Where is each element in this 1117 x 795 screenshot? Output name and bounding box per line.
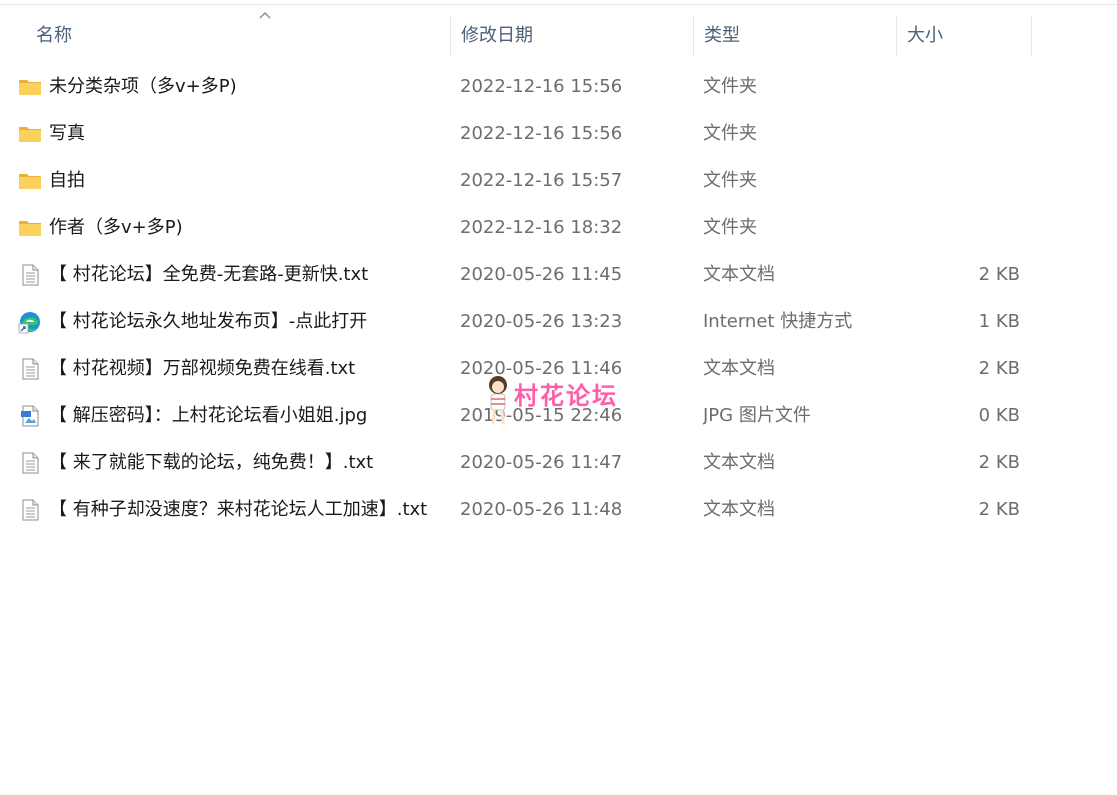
file-date: 2022-12-16 15:56 bbox=[460, 123, 623, 144]
file-row-text-document[interactable]: 【 村花论坛】全免费-无套路-更新快.txt 2020-05-26 11:45 … bbox=[0, 251, 1117, 298]
file-name-cell: 写真 bbox=[18, 110, 448, 157]
column-header-bar: 名称 修改日期 类型 大小 bbox=[0, 12, 1117, 58]
cartoon-girl-icon bbox=[489, 376, 507, 425]
file-row-folder[interactable]: 未分类杂项（多v+多P) 2022-12-16 15:56 文件夹 bbox=[0, 63, 1117, 110]
file-name: 自拍 bbox=[49, 170, 85, 191]
folder-icon bbox=[19, 127, 41, 142]
top-border bbox=[0, 0, 1117, 5]
file-type: 文件夹 bbox=[703, 170, 757, 191]
column-header-type[interactable]: 类型 bbox=[694, 14, 897, 58]
file-name-cell: 【 来了就能下载的论坛，纯免费！】.txt bbox=[18, 439, 448, 486]
folder-icon bbox=[19, 80, 41, 95]
file-size bbox=[900, 204, 1020, 251]
file-name-cell: 【 解压密码】：上村花论坛看小姐姐.jpg bbox=[18, 392, 448, 439]
file-name-cell: 【 村花论坛】全免费-无套路-更新快.txt bbox=[18, 251, 448, 298]
file-size: 2 KB bbox=[978, 452, 1020, 473]
sort-ascending-icon bbox=[259, 12, 271, 19]
file-size: 2 KB bbox=[978, 499, 1020, 520]
file-name-cell: 【 有种子却没速度？来村花论坛人工加速】.txt bbox=[18, 486, 448, 533]
folder-icon bbox=[19, 221, 41, 236]
file-row-text-document[interactable]: 【 来了就能下载的论坛，纯免费！】.txt 2020-05-26 11:47 文… bbox=[0, 439, 1117, 486]
file-name-cell: 【 村花视频】万部视频免费在线看.txt bbox=[18, 345, 448, 392]
image-file-icon bbox=[21, 405, 39, 427]
file-date: 2022-12-16 15:57 bbox=[460, 170, 623, 191]
file-name: 【 村花论坛】全免费-无套路-更新快.txt bbox=[49, 264, 369, 285]
file-size bbox=[900, 157, 1020, 204]
file-size bbox=[900, 63, 1020, 110]
folder-icon bbox=[19, 174, 41, 189]
file-type: 文本文档 bbox=[703, 499, 775, 520]
file-name: 作者（多v+多P) bbox=[49, 217, 183, 238]
file-type: 文件夹 bbox=[703, 123, 757, 144]
file-name: 【 来了就能下载的论坛，纯免费！】.txt bbox=[49, 452, 374, 473]
text-document-icon bbox=[22, 358, 39, 380]
file-date: 2022-12-16 15:56 bbox=[460, 76, 623, 97]
file-row-folder[interactable]: 自拍 2022-12-16 15:57 文件夹 bbox=[0, 157, 1117, 204]
column-divider[interactable] bbox=[1031, 16, 1032, 56]
column-header-date-label: 修改日期 bbox=[461, 25, 533, 46]
file-type: 文件夹 bbox=[703, 217, 757, 238]
file-row-folder[interactable]: 写真 2022-12-16 15:56 文件夹 bbox=[0, 110, 1117, 157]
file-name-cell: 作者（多v+多P) bbox=[18, 204, 448, 251]
file-name: 【 有种子却没速度？来村花论坛人工加速】.txt bbox=[49, 499, 428, 520]
column-header-size-label: 大小 bbox=[907, 25, 943, 46]
file-name-cell: 未分类杂项（多v+多P) bbox=[18, 63, 448, 110]
file-size bbox=[900, 110, 1020, 157]
file-date: 2022-12-16 18:32 bbox=[460, 217, 623, 238]
watermark-logo: 村花论坛 bbox=[480, 372, 650, 432]
file-type: JPG 图片文件 bbox=[703, 405, 811, 426]
file-date: 2020-05-26 11:45 bbox=[460, 264, 623, 285]
column-header-size[interactable]: 大小 bbox=[897, 14, 1032, 58]
file-size: 2 KB bbox=[978, 358, 1020, 379]
file-type: Internet 快捷方式 bbox=[703, 311, 853, 332]
text-document-icon bbox=[22, 264, 39, 286]
file-date: 2020-05-26 11:48 bbox=[460, 499, 623, 520]
file-date: 2020-05-26 13:23 bbox=[460, 311, 623, 332]
file-name: 【 村花视频】万部视频免费在线看.txt bbox=[49, 358, 356, 379]
file-name: 未分类杂项（多v+多P) bbox=[49, 76, 237, 97]
file-size: 1 KB bbox=[978, 311, 1020, 332]
column-header-date[interactable]: 修改日期 bbox=[451, 14, 694, 58]
file-size: 2 KB bbox=[978, 264, 1020, 285]
text-document-icon bbox=[22, 499, 39, 521]
file-name-cell: 自拍 bbox=[18, 157, 448, 204]
file-date: 2020-05-26 11:47 bbox=[460, 452, 623, 473]
file-type: 文本文档 bbox=[703, 358, 775, 379]
watermark-text: 村花论坛 bbox=[514, 382, 618, 410]
column-header-name-label: 名称 bbox=[36, 25, 72, 46]
file-name-cell: 【 村花论坛永久地址发布页】-点此打开 bbox=[18, 298, 448, 345]
edge-browser-icon bbox=[18, 312, 40, 334]
file-name: 写真 bbox=[49, 123, 85, 144]
text-document-icon bbox=[22, 452, 39, 474]
file-name: 【 村花论坛永久地址发布页】-点此打开 bbox=[49, 311, 368, 332]
file-type: 文件夹 bbox=[703, 76, 757, 97]
file-type: 文本文档 bbox=[703, 452, 775, 473]
file-size: 0 KB bbox=[978, 405, 1020, 426]
file-explorer-window: 名称 修改日期 类型 大小 未分类杂项（多v+多P) 2022-12-16 15… bbox=[0, 0, 1117, 795]
column-header-type-label: 类型 bbox=[704, 25, 740, 46]
file-type: 文本文档 bbox=[703, 264, 775, 285]
file-row-folder[interactable]: 作者（多v+多P) 2022-12-16 18:32 文件夹 bbox=[0, 204, 1117, 251]
file-name: 【 解压密码】：上村花论坛看小姐姐.jpg bbox=[49, 405, 368, 426]
file-row-text-document[interactable]: 【 有种子却没速度？来村花论坛人工加速】.txt 2020-05-26 11:4… bbox=[0, 486, 1117, 533]
file-row-internet-shortcut[interactable]: 【 村花论坛永久地址发布页】-点此打开 2020-05-26 13:23 Int… bbox=[0, 298, 1117, 345]
column-header-name[interactable]: 名称 bbox=[26, 12, 451, 58]
